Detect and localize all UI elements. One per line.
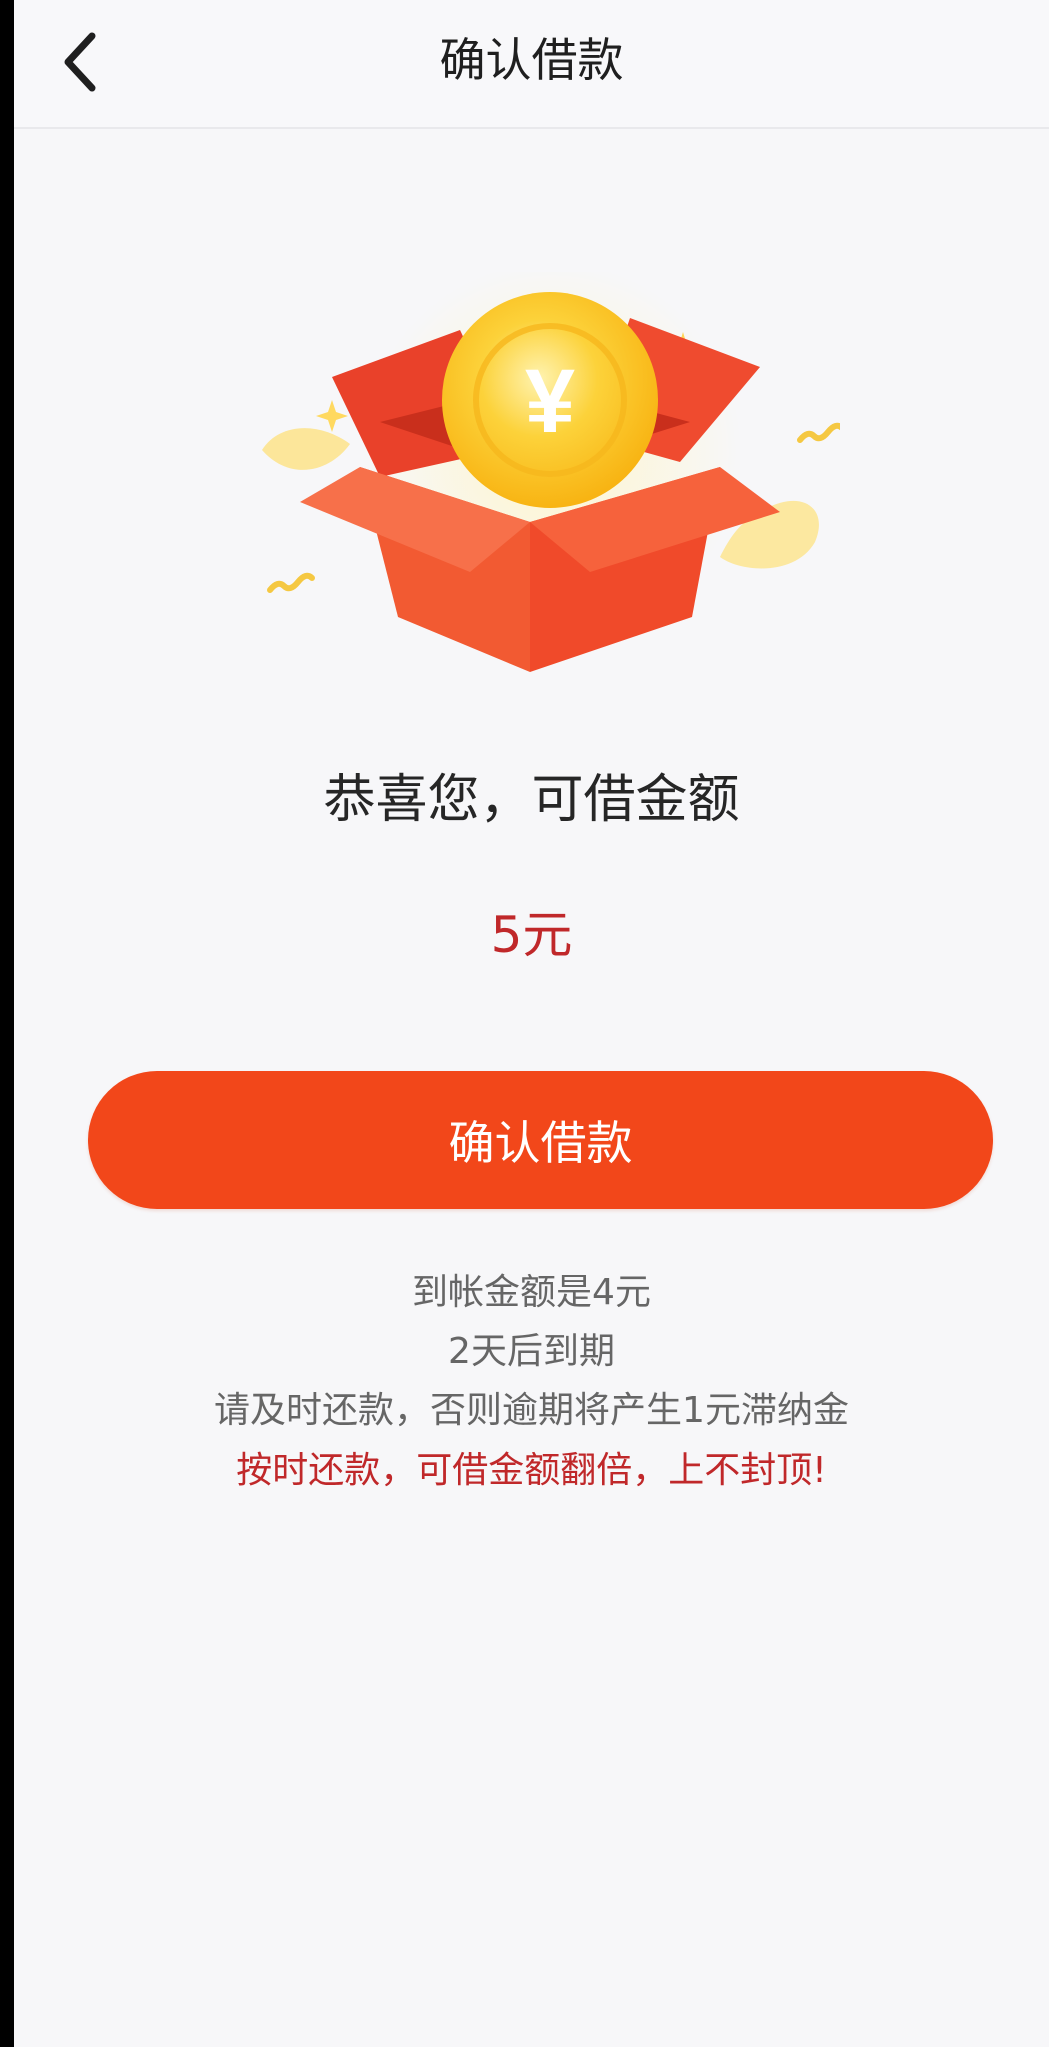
screen: 确认借款 ¥ 恭喜您，可借金额 5元 确认借款 到帐金额是4元 2天后到期 请及… (14, 0, 1049, 2047)
gift-box-illustration: ¥ (240, 262, 845, 672)
confirm-loan-button[interactable]: 确认借款 (88, 1071, 993, 1209)
page-title: 确认借款 (439, 33, 624, 87)
received-amount-text: 到帐金额是4元 (412, 1272, 651, 1313)
late-fee-notice: 请及时还款，否则逾期将产生1元滞纳金 (214, 1390, 849, 1431)
repayment-promo-text: 按时还款，可借金额翻倍，上不封顶! (236, 1450, 827, 1491)
due-date-text: 2天后到期 (448, 1331, 615, 1372)
loan-amount: 5元 (490, 906, 573, 964)
headline-text: 恭喜您，可借金额 (323, 770, 740, 830)
navigation-bar: 确认借款 (14, 0, 1049, 129)
coin-symbol: ¥ (525, 352, 575, 452)
gift-box-with-coin-icon: ¥ (262, 262, 845, 672)
